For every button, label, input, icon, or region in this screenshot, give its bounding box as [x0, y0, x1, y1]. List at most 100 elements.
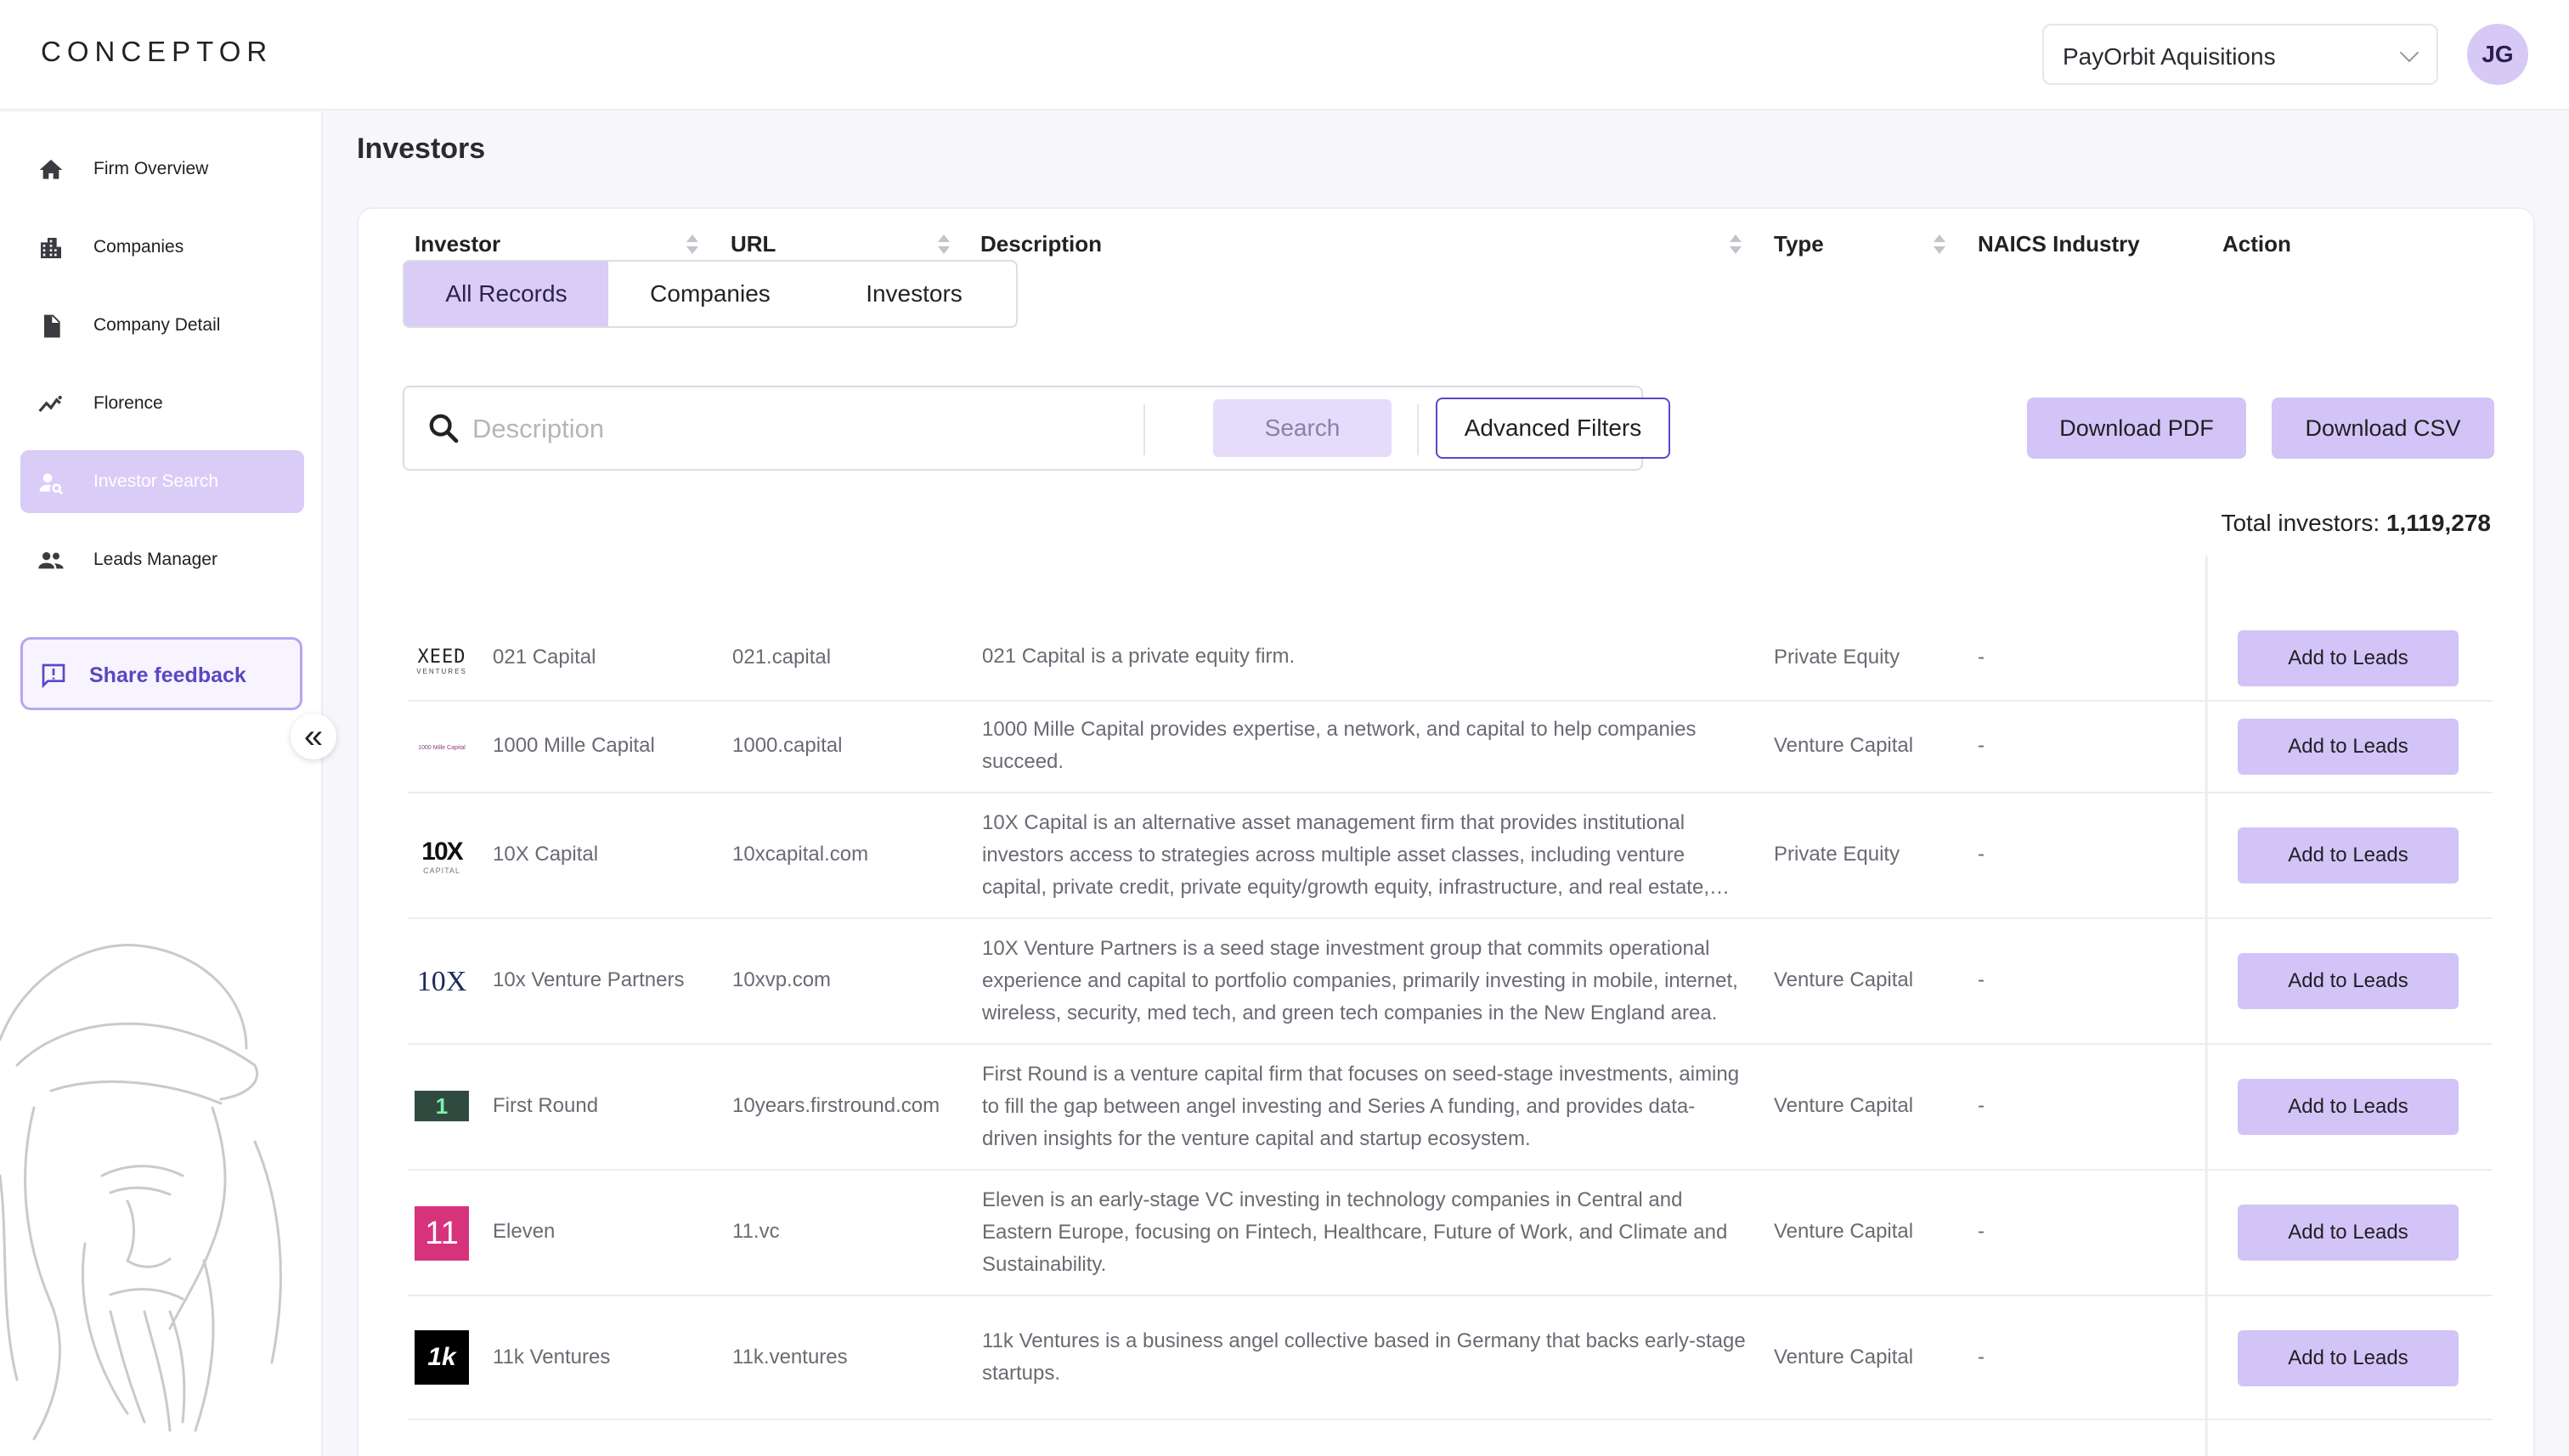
column-header-type[interactable]: Type	[1774, 231, 1824, 257]
people-icon	[38, 552, 64, 569]
investor-url[interactable]: 021.capital	[732, 646, 831, 669]
record-type-tabs: All Records Companies Investors	[403, 260, 1018, 328]
sidebar-item-label: Florence	[93, 393, 163, 413]
column-header-url[interactable]: URL	[731, 231, 776, 257]
investor-logo: 10X	[415, 955, 469, 1009]
tab-all-records[interactable]: All Records	[404, 262, 608, 326]
investor-logo: XEED VENTURES	[415, 634, 469, 688]
tab-companies[interactable]: Companies	[608, 262, 812, 326]
sidebar-item-label: Company Detail	[93, 315, 221, 335]
search-input[interactable]	[472, 408, 1135, 450]
collapse-sidebar-button[interactable]: «	[291, 714, 336, 759]
column-header-action: Action	[2222, 231, 2291, 257]
sidebar-item-companies[interactable]: Companies	[20, 216, 304, 279]
investor-url[interactable]: 1000.capital	[732, 734, 842, 758]
share-feedback-button[interactable]: Share feedback	[20, 637, 302, 710]
investor-logo-text: 10X	[421, 838, 463, 866]
search-icon	[429, 414, 459, 443]
add-to-leads-button[interactable]: Add to Leads	[2238, 827, 2459, 883]
share-feedback-label: Share feedback	[89, 663, 246, 687]
feedback-icon	[42, 663, 65, 689]
investor-type: Venture Capital	[1774, 734, 1914, 757]
investor-logo-text: 1000 Mille Capital	[418, 744, 466, 751]
investor-description: 10X Capital is an alternative asset mana…	[982, 811, 1730, 899]
sidebar-item-firm-overview[interactable]: Firm Overview	[20, 138, 304, 200]
add-to-leads-button[interactable]: Add to Leads	[2238, 953, 2459, 1009]
download-csv-button[interactable]: Download CSV	[2272, 398, 2494, 459]
investor-url[interactable]: 10xcapital.com	[732, 843, 868, 866]
investor-type: Venture Capital	[1774, 1094, 1914, 1117]
chevron-down-icon	[2399, 42, 2419, 63]
investor-url[interactable]: 10years.firstround.com	[732, 1094, 940, 1118]
investor-logo-subtext: CAPITAL	[423, 866, 460, 875]
add-to-leads-button[interactable]: Add to Leads	[2238, 630, 2459, 686]
portrait-sketch-illustration	[0, 944, 282, 1441]
table-row: 1 First Round 10years.firstround.com Fir…	[408, 1045, 2493, 1171]
brand-logo[interactable]: CONCEPTOR	[41, 36, 273, 68]
sidebar: Firm Overview Companies Company Detail F…	[0, 112, 323, 1456]
investor-name[interactable]: First Round	[493, 1094, 598, 1118]
user-avatar[interactable]: JG	[2467, 24, 2528, 85]
sort-icon[interactable]	[938, 234, 950, 257]
table-row: XEED VENTURES 021 Capital 021.capital 02…	[408, 620, 2493, 702]
investor-description: Eleven is an early-stage VC investing in…	[982, 1188, 1728, 1276]
tab-investors[interactable]: Investors	[812, 262, 1016, 326]
investor-description: 1000 Mille Capital provides expertise, a…	[982, 718, 1697, 773]
table-row: 10X CAPITAL 10X Capital 10xcapital.com 1…	[408, 793, 2493, 919]
column-header-description[interactable]: Description	[980, 231, 1102, 257]
add-to-leads-button[interactable]: Add to Leads	[2238, 719, 2459, 775]
table-row: 1000 Mille Capital 1000 Mille Capital 10…	[408, 702, 2493, 793]
sidebar-item-investor-search[interactable]: Investor Search	[20, 450, 304, 513]
investor-type: Private Equity	[1774, 843, 1900, 866]
investor-logo-text: 1k	[427, 1343, 456, 1371]
investor-naics: -	[1978, 843, 1985, 866]
investor-name[interactable]: 021 Capital	[493, 646, 596, 669]
investor-name[interactable]: 10x Venture Partners	[493, 968, 684, 992]
sort-icon[interactable]	[1730, 234, 1742, 257]
divider	[1417, 404, 1419, 455]
investor-logo: 1	[415, 1091, 469, 1121]
investor-logo: 11	[415, 1206, 469, 1261]
person-search-icon	[39, 473, 64, 495]
sidebar-item-leads-manager[interactable]: Leads Manager	[20, 528, 304, 591]
add-to-leads-button[interactable]: Add to Leads	[2238, 1079, 2459, 1135]
investor-description: First Round is a venture capital firm th…	[982, 1063, 1740, 1150]
investor-url[interactable]: 11k.ventures	[732, 1346, 848, 1369]
total-investors: Total investors: 1,119,278	[2221, 510, 2491, 537]
search-bar: Search Advanced Filters	[403, 386, 1670, 471]
investor-name[interactable]: Eleven	[493, 1220, 555, 1244]
sort-icon[interactable]	[686, 234, 698, 257]
investor-description: 021 Capital is a private equity firm.	[982, 645, 1296, 668]
sidebar-item-florence[interactable]: Florence	[20, 372, 304, 435]
sidebar-item-company-detail[interactable]: Company Detail	[20, 294, 304, 357]
firm-select[interactable]: PayOrbit Aquisitions	[2042, 24, 2438, 85]
top-header: CONCEPTOR PayOrbit Aquisitions JG	[0, 0, 2569, 110]
total-investors-label: Total investors:	[2221, 510, 2386, 536]
column-header-naics[interactable]: NAICS Industry	[1978, 231, 2140, 257]
sort-icon[interactable]	[1934, 234, 1945, 257]
investor-url[interactable]: 11.vc	[732, 1220, 780, 1244]
advanced-filters-button[interactable]: Advanced Filters	[1436, 398, 1670, 459]
investor-logo: 1k	[415, 1330, 469, 1385]
add-to-leads-button[interactable]: Add to Leads	[2238, 1205, 2459, 1261]
table-row: 10X 10x Venture Partners 10xvp.com 10X V…	[408, 919, 2493, 1045]
investor-url[interactable]: 10xvp.com	[732, 968, 831, 992]
investor-name[interactable]: 1000 Mille Capital	[493, 734, 655, 758]
investor-name[interactable]: 10X Capital	[493, 843, 598, 866]
home-icon	[39, 160, 63, 179]
investor-name[interactable]: 11k Ventures	[493, 1346, 610, 1369]
chart-line-icon	[38, 395, 62, 413]
divider	[1143, 404, 1145, 455]
investor-type: Venture Capital	[1774, 1346, 1914, 1369]
investor-type: Venture Capital	[1774, 1220, 1914, 1243]
investor-description: 10X Venture Partners is a seed stage inv…	[982, 937, 1738, 1024]
sidebar-item-label: Firm Overview	[93, 159, 209, 178]
add-to-leads-button[interactable]: Add to Leads	[2238, 1330, 2459, 1386]
download-pdf-button[interactable]: Download PDF	[2027, 398, 2246, 459]
investor-logo-text: 10X	[416, 966, 467, 997]
investor-naics: -	[1978, 1220, 1985, 1243]
column-header-investor[interactable]: Investor	[415, 231, 500, 257]
investor-logo-text: 11	[425, 1215, 459, 1251]
document-icon	[44, 314, 60, 338]
search-button[interactable]: Search	[1213, 399, 1392, 457]
